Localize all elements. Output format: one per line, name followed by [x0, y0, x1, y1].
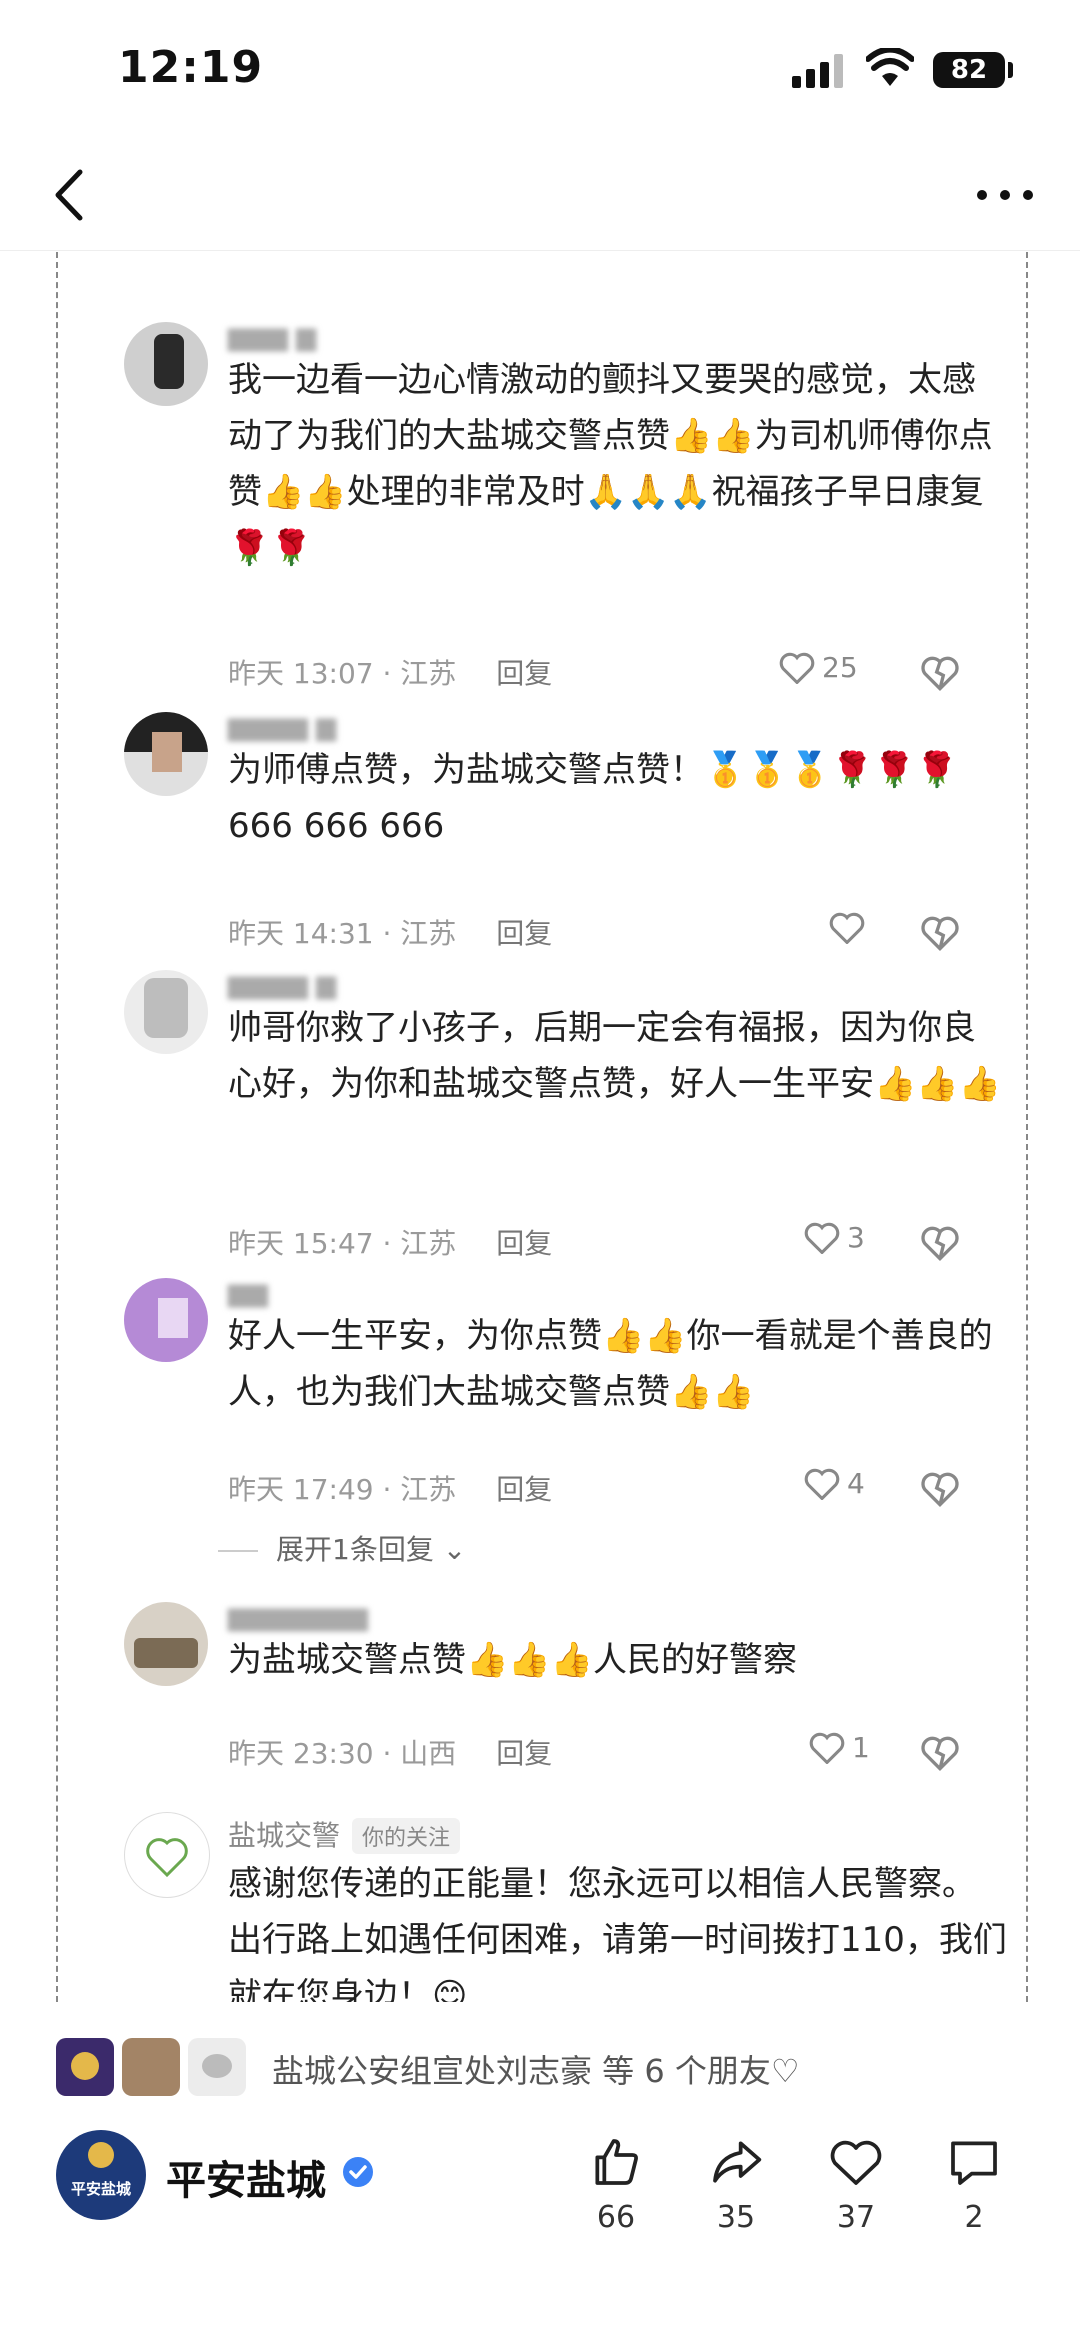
- account-avatar-text: 平安盐城: [70, 2180, 131, 2198]
- comment-count: 2: [964, 2200, 984, 2235]
- favorite-count: 37: [836, 2200, 876, 2235]
- friend-avatar: [188, 2038, 246, 2096]
- comment-like-button[interactable]: 4: [803, 1466, 865, 1500]
- comment-like-button[interactable]: 1: [808, 1730, 870, 1764]
- comment-meta: 昨天 17:49 · 江苏 回复: [228, 1468, 552, 1508]
- favorite-button[interactable]: 37: [816, 2134, 896, 2235]
- account-avatar[interactable]: 平安盐城: [56, 2130, 146, 2220]
- comment-time: 昨天 23:30 · 山西: [228, 1737, 457, 1770]
- broken-heart-icon[interactable]: [920, 912, 960, 952]
- broken-heart-icon[interactable]: [920, 652, 960, 692]
- status-bar: 12:19 82: [0, 0, 1080, 140]
- comment-text: 好人一生平安，为你点赞👍👍你一看就是个善良的人，也为我们大盐城交警点赞👍👍: [228, 1316, 993, 1412]
- status-time: 12:19: [118, 42, 264, 93]
- heart-icon: [830, 2140, 882, 2185]
- police-badge-icon: [88, 2142, 114, 2168]
- friends-liked-row[interactable]: 盐城公安组宣处刘志豪 等 6 个朋友♡: [0, 2016, 1080, 2116]
- broken-heart-icon[interactable]: [920, 1732, 960, 1772]
- commenter-nickname-blurred: ▆▆▆▆▆▆▆: [228, 1602, 368, 1632]
- commenter-avatar[interactable]: [124, 322, 208, 406]
- commenter-avatar[interactable]: [124, 1278, 208, 1362]
- back-icon[interactable]: [36, 160, 106, 230]
- bottom-action-bar: 平安盐城 平安盐城 66 35 37 2: [0, 2116, 1080, 2337]
- nav-bar: [0, 140, 1080, 251]
- reply-button[interactable]: 回复: [496, 1737, 552, 1770]
- reply-button[interactable]: 回复: [496, 1473, 552, 1506]
- battery-tip: [1008, 62, 1013, 78]
- comment-list: ▆▆▆ ▆ 我一边看一边心情激动的颤抖又要哭的感觉，太感动了为我们的大盐城交警点…: [56, 252, 1028, 2002]
- comment-text: 为盐城交警点赞👍👍👍人民的好警察: [228, 1640, 798, 1680]
- signal-icon: [792, 54, 846, 88]
- share-arrow-icon: [713, 2141, 762, 2183]
- like-button[interactable]: 66: [576, 2134, 656, 2235]
- commenter-nickname-blurred: ▆▆▆▆ ▆: [228, 712, 337, 742]
- commenter-nickname-blurred: ▆▆▆ ▆: [228, 322, 317, 352]
- commenter-avatar[interactable]: [124, 970, 208, 1054]
- broken-heart-icon[interactable]: [920, 1468, 960, 1508]
- commenter-nickname-blurred: ▆▆▆▆ ▆: [228, 970, 337, 1000]
- heart-outline-icon: [804, 1222, 840, 1254]
- comment-meta: 昨天 15:47 · 江苏 回复: [228, 1222, 552, 1262]
- comment-button[interactable]: 2: [934, 2134, 1014, 2235]
- comment-like-button[interactable]: 25: [778, 650, 858, 684]
- comment-text: 我一边看一边心情激动的颤抖又要哭的感觉，太感动了为我们的大盐城交警点赞👍👍为司机…: [228, 360, 993, 568]
- battery-level: 82: [933, 52, 1005, 88]
- comment-bubble-icon: [951, 2141, 997, 2185]
- account-name[interactable]: 平安盐城: [166, 2148, 326, 2206]
- reply-button[interactable]: 回复: [496, 917, 552, 950]
- commenter-avatar[interactable]: [124, 1812, 210, 1898]
- expand-replies-button[interactable]: 展开1条回复 ⌄: [218, 1528, 466, 1568]
- comment-meta: 昨天 23:30 · 山西 回复: [228, 1732, 552, 1772]
- comment-meta: 昨天 13:07 · 江苏 回复: [228, 652, 552, 692]
- police-logo-icon: [146, 1838, 188, 1878]
- comment-like-count: 25: [822, 650, 858, 684]
- comment-time: 昨天 13:07 · 江苏: [228, 657, 457, 690]
- commenter-avatar[interactable]: [124, 712, 208, 796]
- comment-text: 帅哥你救了小孩子，后期一定会有福报，因为你良心好，为你和盐城交警点赞，好人一生平…: [228, 1008, 1002, 1104]
- wifi-icon: [866, 48, 914, 86]
- comment-text: 感谢您传递的正能量！您永远可以相信人民警察。出行路上如遇任何困难，请第一时间拨打…: [228, 1864, 1007, 2002]
- friend-avatar: [122, 2038, 180, 2096]
- expand-divider: [218, 1550, 258, 1552]
- share-button[interactable]: 35: [696, 2134, 776, 2235]
- commenter-nickname: 盐城交警 你的关注: [228, 1814, 461, 1854]
- following-tag: 你的关注: [352, 1818, 461, 1854]
- comment-like-button[interactable]: 3: [803, 1220, 865, 1254]
- heart-outline-icon: [829, 912, 865, 944]
- broken-heart-icon[interactable]: [920, 1222, 960, 1262]
- commenter-avatar[interactable]: [124, 1602, 208, 1686]
- comment-time: 昨天 14:31 · 江苏: [228, 917, 457, 950]
- comment-text: 为师傅点赞，为盐城交警点赞！🥇🥇🥇🌹🌹🌹 666 666 666: [228, 750, 959, 846]
- more-icon[interactable]: [970, 170, 1040, 220]
- commenter-nickname-text: 盐城交警: [228, 1819, 341, 1852]
- thumbs-up-icon: [595, 2139, 638, 2185]
- share-count: 35: [716, 2200, 756, 2235]
- comment-like-count: 3: [847, 1220, 865, 1254]
- comment-meta: 昨天 14:31 · 江苏 回复: [228, 912, 552, 952]
- comment-like-count: 4: [847, 1466, 865, 1500]
- commenter-nickname-blurred: ▆▆: [228, 1278, 268, 1308]
- friends-liked-text: 盐城公安组宣处刘志豪 等 6 个朋友♡: [272, 2052, 800, 2090]
- friend-avatar: [56, 2038, 114, 2096]
- reply-button[interactable]: 回复: [496, 1227, 552, 1260]
- expand-replies-label: 展开1条回复: [276, 1533, 434, 1566]
- chevron-down-icon: ⌄: [442, 1533, 467, 1566]
- like-count: 66: [596, 2200, 636, 2235]
- verified-badge-icon: [343, 2157, 373, 2187]
- comment-time: 昨天 15:47 · 江苏: [228, 1227, 457, 1260]
- reply-button[interactable]: 回复: [496, 657, 552, 690]
- heart-outline-icon: [809, 1732, 845, 1764]
- heart-outline-icon: [779, 652, 815, 684]
- comment-like-count: 1: [852, 1730, 870, 1764]
- comment-time: 昨天 17:49 · 江苏: [228, 1473, 457, 1506]
- heart-outline-icon: [804, 1468, 840, 1500]
- comment-like-button[interactable]: [828, 910, 872, 944]
